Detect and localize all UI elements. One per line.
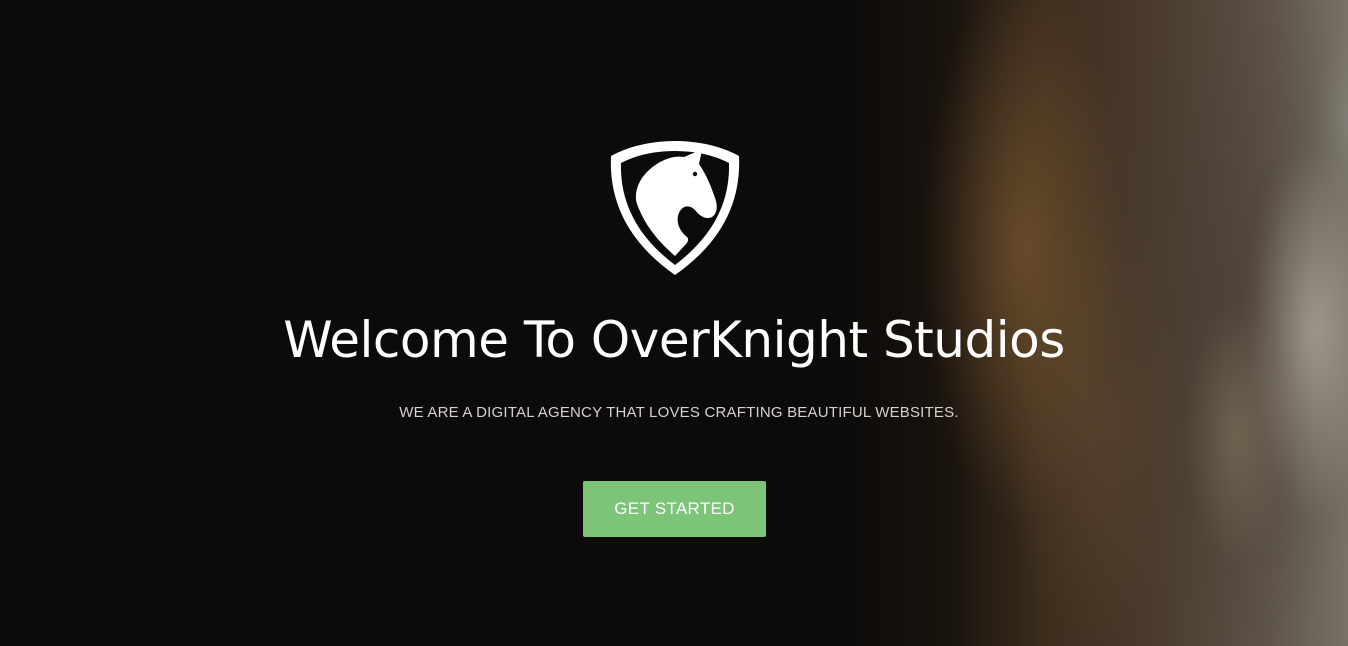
page-title: Welcome To OverKnight Studios — [283, 311, 1065, 369]
knight-shield-icon — [610, 141, 740, 275]
hero-tagline: WE ARE A DIGITAL AGENCY THAT LOVES CRAFT… — [399, 404, 959, 421]
get-started-button[interactable]: GET STARTED — [583, 481, 766, 537]
hero-section: Welcome To OverKnight Studios WE ARE A D… — [0, 0, 1348, 646]
hero-content: Welcome To OverKnight Studios WE ARE A D… — [0, 0, 1348, 646]
